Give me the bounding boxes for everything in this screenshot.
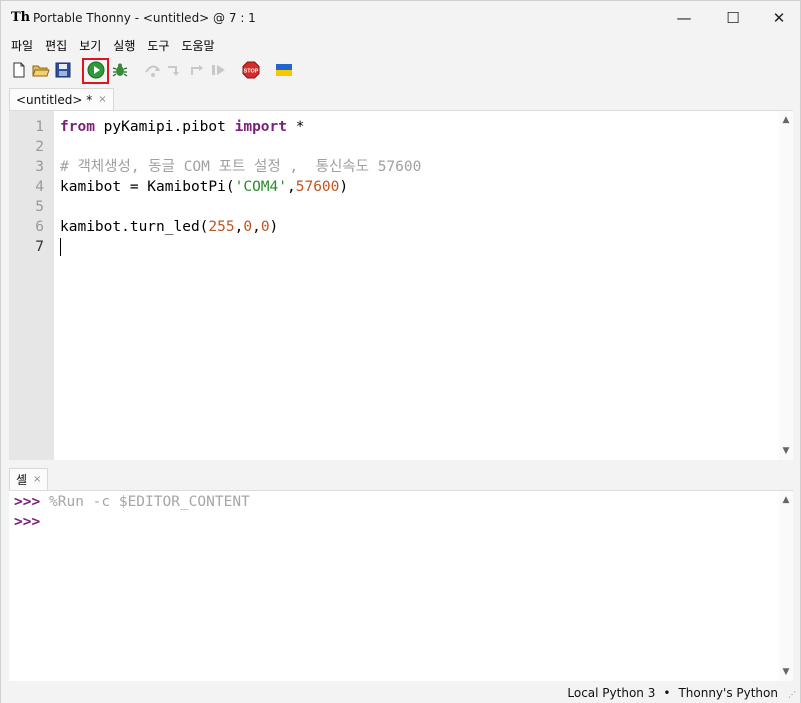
keyword: import <box>234 119 287 135</box>
line-number: 1 <box>35 119 44 135</box>
code-line: from pyKamipi.pibot import * <box>60 117 304 137</box>
svg-text:STOP: STOP <box>244 69 259 75</box>
step-into-icon <box>168 66 179 76</box>
close-icon: ✕ <box>772 9 786 27</box>
stop-icon: STOP <box>242 61 260 79</box>
string-literal: 'COM4' <box>234 179 287 195</box>
code-text: kamibot = KamibotPi( <box>60 179 235 195</box>
minimize-button[interactable]: — <box>661 1 707 35</box>
shell-scrollbar[interactable]: ▲ ▼ <box>779 491 793 681</box>
shell-command: %Run -c $EDITOR_CONTENT <box>49 494 250 510</box>
line-number: 2 <box>35 139 44 155</box>
scroll-down-icon[interactable]: ▼ <box>781 446 791 456</box>
number-literal: 255 <box>208 219 235 235</box>
tab-shell-label: 셸 <box>16 473 28 487</box>
number-literal: 0 <box>260 219 270 235</box>
window-title: Portable Thonny - <untitled> @ 7 : 1 <box>33 11 256 25</box>
scroll-up-icon[interactable]: ▲ <box>781 495 791 505</box>
code-line: kamibot.turn_led(255,0,0) <box>60 217 278 237</box>
code-comment: # 객체생성, 동글 COM 포트 설정 , 통신속도 57600 <box>60 159 422 175</box>
ukraine-support-button[interactable] <box>275 61 293 79</box>
line-number: 6 <box>35 219 44 235</box>
line-number-current: 7 <box>35 239 44 255</box>
code-editor[interactable]: 1 2 3 4 5 6 7 from pyKamipi.pibot import… <box>9 110 793 460</box>
status-bar: Local Python 3 • Thonny's Python ⋰ <box>1 682 800 703</box>
code-line: kamibot = KamibotPi('COM4',57600) <box>60 177 348 197</box>
menu-run[interactable]: 실행 <box>107 37 141 54</box>
thonny-window: Th Portable Thonny - <untitled> @ 7 : 1 … <box>0 0 801 703</box>
close-button[interactable]: ✕ <box>756 1 801 35</box>
step-out-button[interactable] <box>188 61 206 79</box>
scroll-down-icon[interactable]: ▼ <box>781 667 791 677</box>
tab-close-icon[interactable]: × <box>98 94 106 105</box>
tab-untitled-label: <untitled> * <box>16 92 93 107</box>
code-text: * <box>287 119 305 135</box>
step-over-icon <box>145 65 160 77</box>
toolbar: STOP <box>1 57 800 85</box>
editor-scrollbar[interactable]: ▲ ▼ <box>779 111 793 460</box>
stop-button[interactable]: STOP <box>242 61 260 79</box>
save-button[interactable] <box>54 61 72 79</box>
step-over-button[interactable] <box>144 61 162 79</box>
line-number-gutter: 1 2 3 4 5 6 7 <box>9 111 54 460</box>
line-number: 3 <box>35 159 44 175</box>
code-text: ) <box>339 179 349 195</box>
code-text: , <box>287 179 296 195</box>
open-file-icon <box>32 65 50 77</box>
number-literal: 0 <box>243 219 253 235</box>
tab-close-icon[interactable]: × <box>33 474 41 485</box>
backend-status[interactable]: Thonny's Python <box>678 686 778 700</box>
ukraine-flag-icon <box>276 64 292 76</box>
debug-icon <box>112 63 128 77</box>
interpreter-status[interactable]: Local Python 3 <box>567 686 655 700</box>
resume-button[interactable] <box>210 61 228 79</box>
menu-tools[interactable]: 도구 <box>141 37 175 54</box>
maximize-button[interactable]: ☐ <box>710 1 756 35</box>
run-button-highlight <box>82 58 109 84</box>
thonny-logo-icon: Th <box>11 10 31 25</box>
line-number: 4 <box>35 179 44 195</box>
keyword: from <box>60 119 95 135</box>
resize-grip-icon[interactable]: ⋰ <box>788 690 796 699</box>
code-text: pyKamipi.pibot <box>94 119 235 135</box>
line-number: 5 <box>35 199 44 215</box>
code-text: , <box>252 219 261 235</box>
resume-icon <box>212 65 225 75</box>
debug-button[interactable] <box>111 61 129 79</box>
shell-panel[interactable]: >>> %Run -c $EDITOR_CONTENT >>> ▲ ▼ <box>9 490 793 681</box>
new-file-icon <box>13 62 25 78</box>
tab-shell[interactable]: 셸 × <box>9 468 49 490</box>
new-file-button[interactable] <box>10 61 28 79</box>
save-icon <box>55 62 71 78</box>
menu-help[interactable]: 도움말 <box>175 37 220 54</box>
code-text: ) <box>269 219 279 235</box>
menu-file[interactable]: 파일 <box>5 37 39 54</box>
minimize-icon: — <box>676 9 692 27</box>
shell-prompt: >>> <box>14 514 41 530</box>
menu-bar: 파일 편집 보기 실행 도구 도움말 <box>1 35 800 55</box>
open-file-button[interactable] <box>32 61 50 79</box>
scroll-up-icon[interactable]: ▲ <box>781 115 791 125</box>
shell-prompt: >>> <box>14 494 41 510</box>
maximize-icon: ☐ <box>726 9 740 27</box>
text-cursor <box>60 238 61 256</box>
menu-edit[interactable]: 편집 <box>39 37 73 54</box>
number-literal: 57600 <box>295 179 340 195</box>
code-text: kamibot.turn_led( <box>60 219 209 235</box>
menu-view[interactable]: 보기 <box>73 37 107 54</box>
status-separator: • <box>663 685 671 700</box>
step-out-icon <box>191 65 203 75</box>
title-bar: Th Portable Thonny - <untitled> @ 7 : 1 … <box>1 1 800 35</box>
step-into-button[interactable] <box>166 61 184 79</box>
tab-untitled[interactable]: <untitled> * × <box>9 88 114 110</box>
